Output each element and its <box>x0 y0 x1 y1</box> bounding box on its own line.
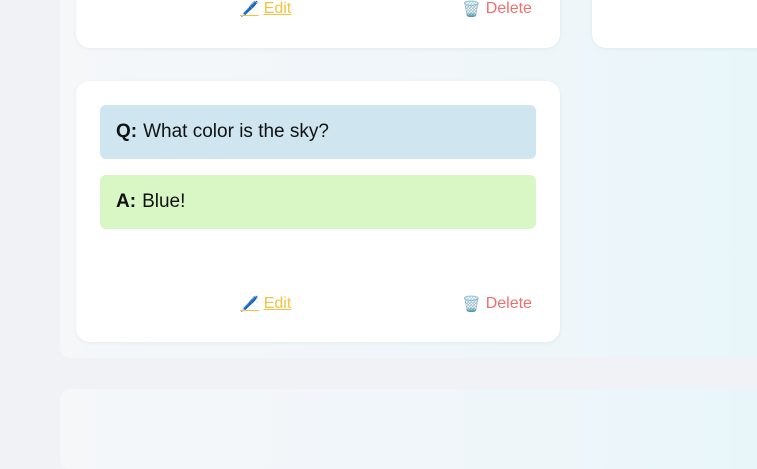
flashcard: 🖊️ Edit 🗑️ Delete <box>76 0 560 48</box>
delete-label: Delete <box>485 0 532 17</box>
question-box: Q: What color is the sky? <box>100 105 536 159</box>
answer-box: A: Blue! <box>100 175 536 229</box>
edit-button[interactable]: 🖊️ Edit <box>240 295 291 313</box>
next-panel <box>60 389 757 469</box>
flashcard <box>592 0 757 48</box>
edit-label: Edit <box>263 0 292 17</box>
edit-label: Edit <box>263 295 292 312</box>
question-text: What color is the sky? <box>143 121 329 142</box>
pencil-icon: 🖊️ <box>240 1 259 18</box>
flashcard: Q: What color is the sky? A: Blue! 🖊️ Ed… <box>76 81 560 342</box>
delete-label: Delete <box>485 295 532 312</box>
answer-prefix: A: <box>116 191 137 212</box>
trash-icon: 🗑️ <box>462 296 481 313</box>
pencil-icon: 🖊️ <box>240 296 259 313</box>
delete-button[interactable]: 🗑️ Delete <box>462 0 532 18</box>
answer-text: Blue! <box>142 191 186 212</box>
edit-button[interactable]: 🖊️ Edit <box>240 0 291 18</box>
question-prefix: Q: <box>116 121 138 142</box>
delete-button[interactable]: 🗑️ Delete <box>462 295 532 313</box>
trash-icon: 🗑️ <box>462 1 481 18</box>
